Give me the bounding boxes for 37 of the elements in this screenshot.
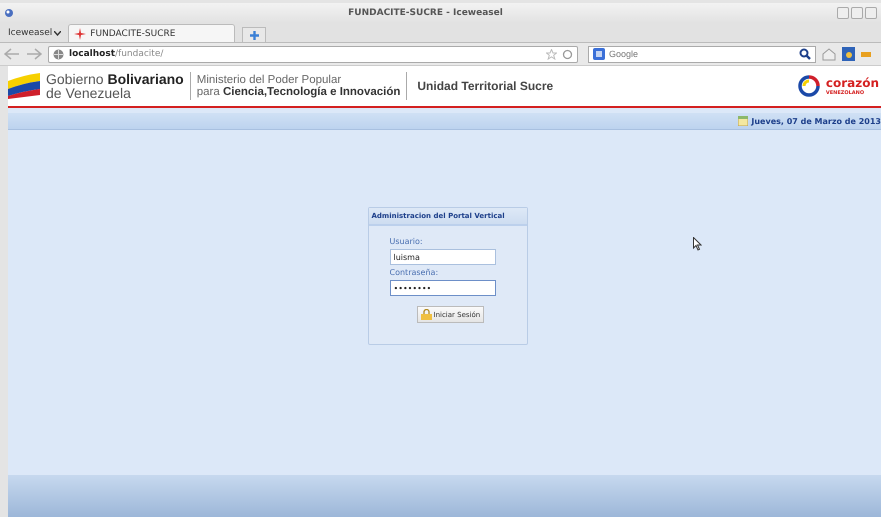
caret-icon: [54, 30, 62, 36]
government-name: Gobierno Bolivariano: [46, 72, 184, 86]
plus-icon: [250, 30, 259, 40]
logo-word: corazón: [826, 76, 879, 90]
government-subtitle: de Venezuela: [46, 86, 132, 100]
maximize-button[interactable]: [851, 6, 863, 18]
book-icon[interactable]: [842, 47, 855, 61]
app-icon: [4, 8, 14, 18]
unit-title: Unidad Territorial Sucre: [416, 79, 554, 93]
star-icon: [74, 28, 86, 40]
new-tab-button[interactable]: [242, 27, 266, 42]
search-engine-icon[interactable]: [593, 48, 605, 60]
home-button[interactable]: [822, 48, 836, 60]
app-menu-button[interactable]: Iceweasel: [4, 28, 66, 42]
browser-tab[interactable]: FUNDACITE-SUCRE: [68, 24, 236, 42]
field-label: Usuario:: [390, 237, 424, 246]
field-label: Contraseña:: [390, 268, 440, 277]
calendar-icon: [738, 116, 748, 126]
ministry-subtitle: para Ciencia,Tecnología e Innovación: [196, 86, 400, 98]
forward-button[interactable]: [26, 48, 42, 60]
lock-icon: [420, 309, 432, 320]
search-icon[interactable]: [799, 48, 811, 60]
address-field[interactable]: localhost/fundacite/: [48, 46, 578, 62]
heart-logo-icon: [798, 75, 820, 97]
input-field[interactable]: luisma: [390, 249, 496, 265]
reload-icon[interactable]: [562, 48, 573, 60]
date-text: Jueves, 07 de Marzo de 2013: [751, 116, 881, 126]
search-bar[interactable]: Google: [588, 46, 816, 62]
mouse-cursor-icon: [693, 237, 702, 251]
url-text: localhost/fundacite/: [69, 49, 164, 59]
close-button[interactable]: [865, 6, 877, 18]
input-field[interactable]: ••••••••: [390, 280, 496, 296]
star-outline-icon[interactable]: [546, 48, 557, 60]
ministry-name: Ministerio del Poder Popular: [196, 74, 342, 86]
minimize-button[interactable]: [837, 6, 849, 18]
back-button[interactable]: [4, 48, 20, 60]
window-title: FUNDACITE-SUCRE - Iceweasel: [347, 8, 504, 18]
